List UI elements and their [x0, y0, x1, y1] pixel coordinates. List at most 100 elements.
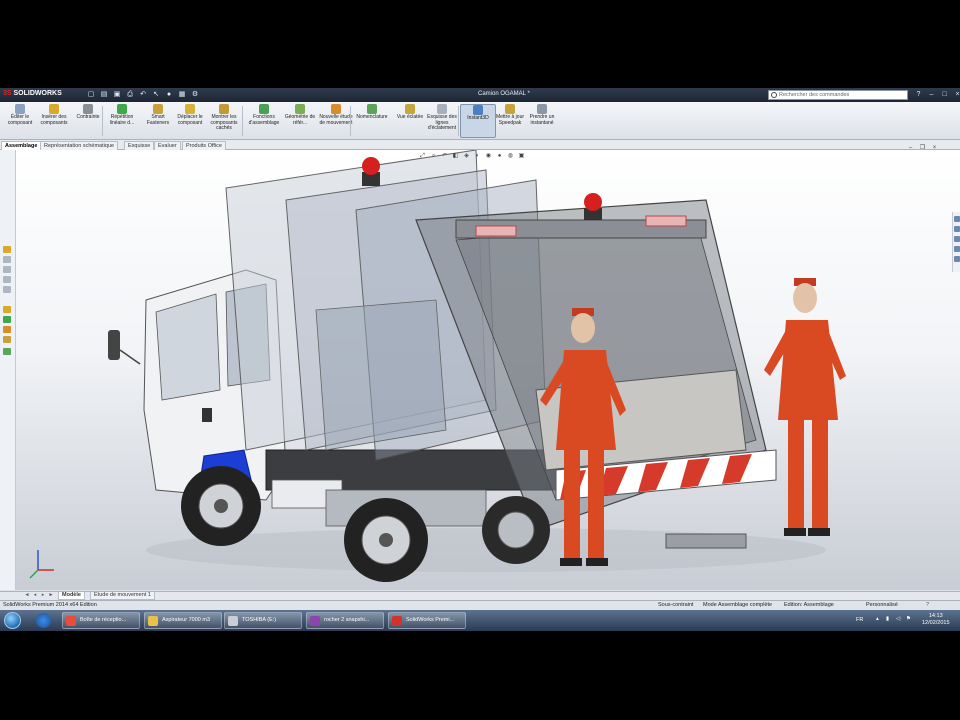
task-pane-tabs	[952, 212, 960, 272]
snapshot-button[interactable]: Prendre un instantané	[524, 104, 560, 138]
smart-fasteners-button[interactable]: Smart Fasteners	[140, 104, 176, 138]
apply-scene-icon[interactable]: ◍	[506, 152, 515, 160]
language-indicator[interactable]: FR	[856, 617, 863, 623]
bom-button[interactable]: Nomenclature	[354, 104, 390, 138]
resources-icon[interactable]	[954, 216, 960, 222]
previous-view-icon[interactable]: ↶	[440, 152, 449, 160]
truck-model[interactable]	[16, 150, 960, 590]
property-manager-icon[interactable]	[3, 256, 11, 263]
taskbar-item[interactable]: Aspirateur 7000 m3	[144, 612, 222, 629]
bottom-tab-0[interactable]: Modèle	[58, 592, 85, 600]
viewport-close-icon[interactable]: ×	[930, 144, 939, 152]
zoom-fit-icon[interactable]: ⤢	[418, 152, 427, 160]
mate-button[interactable]: Contrainte	[70, 104, 106, 138]
status-bar: SolidWorks Premium 2014 x64 Edition Sous…	[0, 600, 960, 610]
clock[interactable]: 14:13 12/02/2015	[922, 613, 950, 626]
prev-tab-icon[interactable]: ◂	[32, 592, 38, 598]
show-hidden-button[interactable]: Montrer les composants cachés	[206, 104, 242, 138]
new-document-icon[interactable]: ▢	[86, 90, 96, 100]
taskbar-item[interactable]: Boîte de réceptio...	[62, 612, 140, 629]
solidworks-logo[interactable]: 3S SOLIDWORKS	[3, 90, 62, 97]
select-icon[interactable]: ↖	[151, 90, 161, 100]
toolbar-separator	[350, 106, 351, 136]
open-icon[interactable]: ▤	[99, 90, 109, 100]
help-icon[interactable]: ?	[914, 90, 923, 99]
last-tab-icon[interactable]: ►	[48, 592, 54, 598]
first-tab-icon[interactable]: ◄	[24, 592, 30, 598]
instant3d-button[interactable]: Instant3D	[460, 104, 496, 138]
undo-icon[interactable]: ↶	[138, 90, 148, 100]
help-status-icon[interactable]: ?	[926, 601, 929, 610]
appearances-icon[interactable]	[954, 256, 960, 262]
display-manager-icon[interactable]	[3, 286, 11, 293]
assembly-features-button[interactable]: Fonctions d'assemblage	[246, 104, 282, 138]
tab-2[interactable]: Esquisse	[124, 141, 155, 150]
new-motion-study-button[interactable]: Nouvelle étude de mouvement	[318, 104, 354, 138]
command-label: Contrainte	[76, 114, 100, 120]
start-button[interactable]	[4, 612, 21, 629]
taskbar-item[interactable]: TOSHIBA (E:)	[224, 612, 302, 629]
display-style-icon[interactable]: ◐	[473, 152, 482, 160]
taskbar-item[interactable]: SolidWorks Premi...	[388, 612, 466, 629]
expand-icon[interactable]	[3, 348, 11, 355]
options-icon[interactable]: ⚙	[190, 90, 200, 100]
tray-arrow-icon[interactable]: ▴	[876, 616, 879, 622]
bottom-tab-1[interactable]: Etude de mouvement 1	[90, 592, 155, 600]
edit-appearance-icon[interactable]: ●	[495, 152, 504, 160]
reference-geometry-button[interactable]: Géométrie de référ...	[282, 104, 318, 138]
config-manager-icon[interactable]	[3, 266, 11, 273]
update-speedpak-button[interactable]: Mettre à jour Speedpak	[492, 104, 528, 138]
maximize-icon[interactable]: □	[940, 90, 949, 99]
file-properties-icon[interactable]: ▦	[177, 90, 187, 100]
viewport-restore-icon[interactable]: ❐	[918, 144, 927, 152]
section-view-icon[interactable]: ◧	[451, 152, 460, 160]
design-library-icon[interactable]	[954, 226, 960, 232]
internet-explorer-icon[interactable]	[36, 613, 51, 628]
insert-components-button[interactable]: Insérer des composants	[36, 104, 72, 138]
viewport-controls: – ❐ ×	[906, 144, 939, 152]
linear-pattern-button[interactable]: Répétition linéaire d...	[104, 104, 140, 138]
part-icon[interactable]	[3, 316, 11, 323]
bottom-tabs: ◄ ◂ ▸ ► Modèle Etude de mouvement 1	[0, 591, 960, 600]
exploded-view-button[interactable]: Vue éclatée	[392, 104, 428, 138]
view-palette-icon[interactable]	[954, 246, 960, 252]
print-icon[interactable]: ⎙	[125, 90, 135, 100]
edit-component-button[interactable]: Éditer le composant	[2, 104, 38, 138]
command-label: Montrer les composants cachés	[210, 114, 238, 131]
clock-date: 12/02/2015	[922, 619, 950, 626]
tab-1[interactable]: Représentation schématique	[40, 141, 119, 150]
marker-light-right	[645, 215, 687, 227]
chrome-icon	[66, 616, 76, 626]
tab-0[interactable]: Assemblage	[1, 141, 42, 150]
explode-line-sketch-button[interactable]: Esquisse des lignes d'éclatement	[424, 104, 460, 138]
feature-tree-icon[interactable]	[3, 246, 11, 253]
view-orientation-icon[interactable]: ◈	[462, 152, 471, 160]
component-icon[interactable]	[3, 306, 11, 313]
hide-show-icon[interactable]: ◉	[484, 152, 493, 160]
view-settings-icon[interactable]: ▣	[517, 152, 526, 160]
close-icon[interactable]: ×	[953, 90, 960, 99]
next-tab-icon[interactable]: ▸	[40, 592, 46, 598]
minimize-icon[interactable]: –	[927, 90, 936, 99]
toolbar-separator	[102, 106, 103, 136]
viewport-minimize-icon[interactable]: –	[906, 144, 915, 152]
tab-4[interactable]: Produits Office	[182, 141, 226, 150]
move-component-button[interactable]: Déplacer le composant	[172, 104, 208, 138]
file-explorer-icon[interactable]	[954, 236, 960, 242]
graphics-area[interactable]	[16, 150, 960, 590]
flag-icon[interactable]: ⚑	[906, 616, 911, 622]
dim-expert-icon[interactable]	[3, 276, 11, 283]
zoom-area-icon[interactable]: ⌕	[429, 152, 438, 160]
taskbar-item[interactable]: rocher 2 snapshi...	[306, 612, 384, 629]
volume-icon[interactable]: ◁	[896, 616, 900, 622]
rebuild-icon[interactable]: ●	[164, 90, 174, 100]
network-icon[interactable]: ▮	[886, 616, 889, 622]
mates-icon[interactable]	[3, 326, 11, 333]
search-commands-input[interactable]: Rechercher des commandes	[768, 90, 908, 100]
mate-icon	[83, 104, 93, 114]
tab-3[interactable]: Evaluer	[154, 141, 181, 150]
screen: 3S SOLIDWORKS ▢ ▤ ▣ ⎙ ↶ ↖ ● ▦ ⚙ Camion O…	[0, 88, 960, 631]
status-custom[interactable]: Personnalisé	[866, 601, 898, 610]
sketch-icon[interactable]	[3, 336, 11, 343]
save-icon[interactable]: ▣	[112, 90, 122, 100]
